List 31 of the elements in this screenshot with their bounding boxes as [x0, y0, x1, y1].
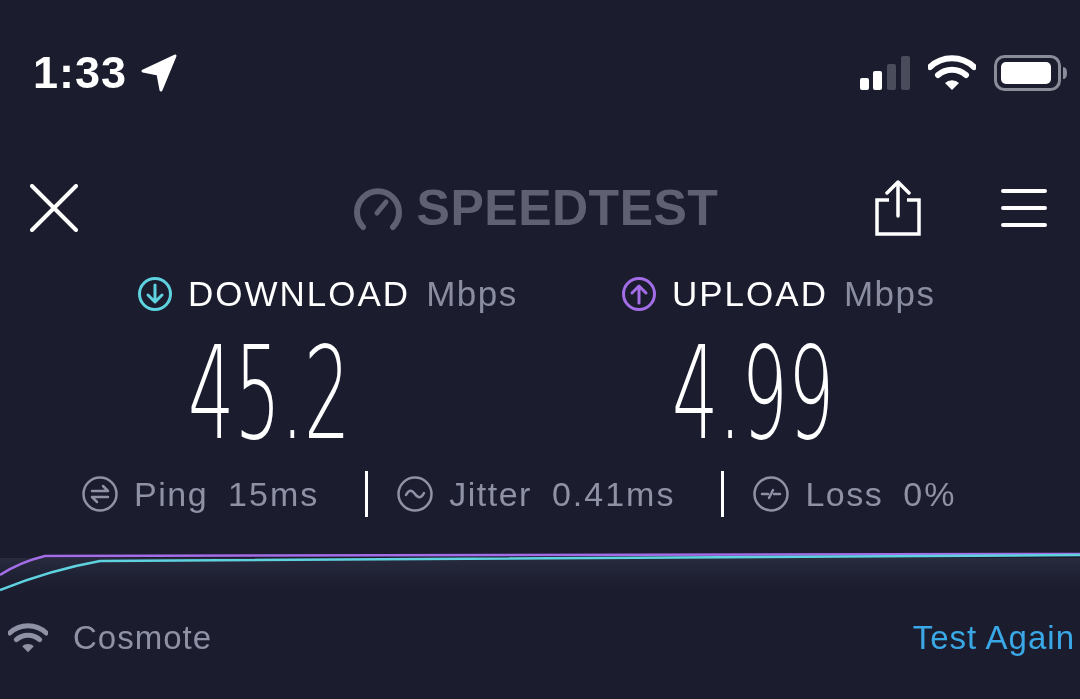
- menu-button[interactable]: [1001, 188, 1047, 228]
- metric-value: 15ms: [228, 474, 320, 514]
- network-name: Cosmote: [73, 619, 213, 657]
- metric-value: 0%: [903, 474, 957, 514]
- close-button[interactable]: [30, 184, 78, 232]
- wifi-icon: [8, 623, 48, 653]
- metric-label: Loss: [805, 474, 884, 514]
- dash-icon: [753, 476, 790, 512]
- speed-value: 4.99: [672, 330, 835, 458]
- location-arrow-icon: [141, 54, 178, 92]
- ping-arrows-icon: [82, 476, 118, 512]
- close-icon: [30, 184, 78, 232]
- metric-value: 0.41ms: [551, 474, 676, 514]
- share-icon: [875, 180, 921, 236]
- speed-value: 45.2: [188, 330, 351, 458]
- battery-icon: [994, 55, 1068, 91]
- signal-icon: [860, 56, 910, 90]
- result-label: DOWNLOAD: [188, 274, 411, 314]
- result-label: UPLOAD: [672, 274, 828, 314]
- unit-label: Mbps: [426, 274, 518, 314]
- share-button[interactable]: [875, 180, 921, 236]
- wifi-icon: [928, 55, 976, 91]
- metric-label: Ping: [134, 474, 209, 514]
- status-time: 1:33: [33, 47, 128, 99]
- logo-text: SPEEDTEST: [416, 179, 719, 237]
- unit-label: Mbps: [843, 274, 936, 314]
- metric-label: Jitter: [449, 474, 532, 514]
- menu-icon: [1001, 188, 1047, 228]
- gauge-icon: [352, 185, 403, 231]
- wave-icon: [397, 476, 434, 512]
- test-again-link[interactable]: Test Again: [912, 619, 1075, 657]
